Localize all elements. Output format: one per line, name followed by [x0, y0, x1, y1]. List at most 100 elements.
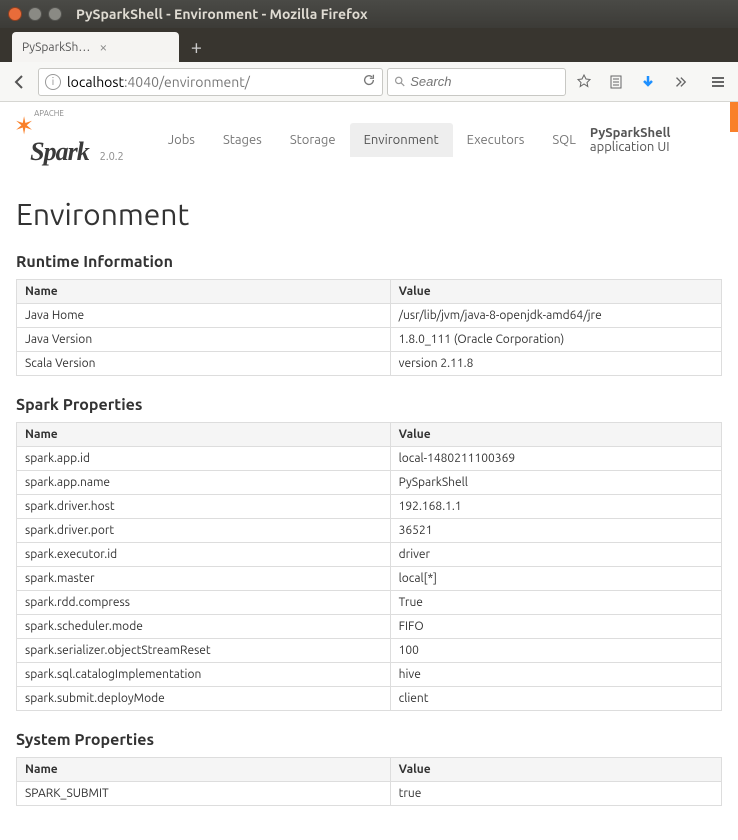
table-row: spark.sql.catalogImplementationhive	[17, 663, 722, 687]
runtime-rows: Java Home/usr/lib/jvm/java-8-openjdk-amd…	[17, 304, 722, 376]
spark-header: ✶ APACHE Spark 2.0.2 Jobs Stages Storage…	[0, 108, 738, 169]
reload-icon	[362, 73, 376, 87]
back-button[interactable]	[6, 68, 34, 96]
table-row: SPARK_SUBMITtrue	[17, 782, 722, 806]
reload-button[interactable]	[362, 73, 376, 90]
nav-jobs[interactable]: Jobs	[154, 123, 209, 157]
site-info-icon[interactable]: i	[45, 74, 61, 90]
cell-name: spark.serializer.objectStreamReset	[17, 639, 391, 663]
app-label: PySparkShell application UI	[590, 126, 724, 154]
browser-toolbar: i localhost:4040/environment/	[0, 62, 738, 102]
spark-edition: APACHE	[34, 109, 64, 118]
cell-name: Java Version	[17, 328, 391, 352]
col-value[interactable]: Value	[390, 423, 721, 447]
cell-value: hive	[390, 663, 721, 687]
table-row: Java Version1.8.0_111 (Oracle Corporatio…	[17, 328, 722, 352]
table-row: Java Home/usr/lib/jvm/java-8-openjdk-amd…	[17, 304, 722, 328]
cell-name: spark.driver.port	[17, 519, 391, 543]
col-name[interactable]: Name	[17, 280, 391, 304]
runtime-table: Name Value Java Home/usr/lib/jvm/java-8-…	[16, 279, 722, 376]
page-body: ✶ APACHE Spark 2.0.2 Jobs Stages Storage…	[0, 102, 738, 840]
cell-value: version 2.11.8	[390, 352, 721, 376]
app-name-rest: application UI	[590, 140, 670, 154]
search-icon	[394, 75, 407, 89]
url-bar[interactable]: i localhost:4040/environment/	[38, 68, 383, 96]
nav-storage[interactable]: Storage	[276, 123, 350, 157]
bookmark-button[interactable]	[570, 68, 598, 96]
col-name[interactable]: Name	[17, 758, 391, 782]
spark-nav: Jobs Stages Storage Environment Executor…	[154, 121, 724, 159]
cell-value: 100	[390, 639, 721, 663]
table-row: spark.driver.port36521	[17, 519, 722, 543]
spark-version: 2.0.2	[100, 151, 124, 163]
window-minimize-button[interactable]	[28, 7, 42, 21]
tab-close-icon[interactable]: ×	[99, 39, 168, 55]
cell-value: 1.8.0_111 (Oracle Corporation)	[390, 328, 721, 352]
menu-button[interactable]	[704, 68, 732, 96]
url-path: :4040/environment/	[124, 74, 250, 90]
nav-sql[interactable]: SQL	[538, 123, 590, 157]
cell-name: spark.executor.id	[17, 543, 391, 567]
cell-value: local-1480211100369	[390, 447, 721, 471]
table-row: spark.submit.deployModeclient	[17, 687, 722, 711]
accent-stripe	[730, 102, 738, 132]
overflow-button[interactable]	[666, 68, 694, 96]
cell-name: spark.submit.deployMode	[17, 687, 391, 711]
table-row: spark.serializer.objectStreamReset100	[17, 639, 722, 663]
new-tab-button[interactable]: +	[191, 35, 202, 58]
browser-tab[interactable]: PySparkShell - Environ… ×	[12, 32, 179, 62]
cell-name: spark.app.id	[17, 447, 391, 471]
table-row: spark.driver.host192.168.1.1	[17, 495, 722, 519]
cell-name: spark.scheduler.mode	[17, 615, 391, 639]
cell-value: client	[390, 687, 721, 711]
spark-logo[interactable]: ✶ APACHE Spark 2.0.2	[14, 112, 124, 167]
window-maximize-button[interactable]	[48, 7, 62, 21]
cell-name: spark.sql.catalogImplementation	[17, 663, 391, 687]
hamburger-icon	[710, 74, 726, 90]
table-row: spark.rdd.compressTrue	[17, 591, 722, 615]
nav-stages[interactable]: Stages	[209, 123, 276, 157]
window-close-button[interactable]	[8, 7, 22, 21]
library-button[interactable]	[602, 68, 630, 96]
cell-name: spark.driver.host	[17, 495, 391, 519]
nav-environment[interactable]: Environment	[350, 123, 453, 157]
table-row: Scala Versionversion 2.11.8	[17, 352, 722, 376]
cell-value: driver	[390, 543, 721, 567]
sysprops-heading: System Properties	[16, 731, 722, 749]
nav-executors[interactable]: Executors	[453, 123, 539, 157]
search-input[interactable]	[410, 74, 559, 89]
downloads-button[interactable]	[634, 68, 662, 96]
cell-value: FIFO	[390, 615, 721, 639]
sparkprops-table: Name Value spark.app.idlocal-14802111003…	[16, 422, 722, 711]
cell-value: 192.168.1.1	[390, 495, 721, 519]
table-row: spark.scheduler.modeFIFO	[17, 615, 722, 639]
chevron-right-double-icon	[673, 75, 687, 89]
table-row: spark.masterlocal[*]	[17, 567, 722, 591]
table-row: spark.executor.iddriver	[17, 543, 722, 567]
download-icon	[640, 74, 656, 90]
cell-name: spark.app.name	[17, 471, 391, 495]
sysprops-table: Name Value SPARK_SUBMITtrue	[16, 757, 722, 806]
col-value[interactable]: Value	[390, 280, 721, 304]
col-value[interactable]: Value	[390, 758, 721, 782]
browser-tabstrip: PySparkShell - Environ… × +	[0, 28, 738, 62]
table-row: spark.app.idlocal-1480211100369	[17, 447, 722, 471]
cell-name: SPARK_SUBMIT	[17, 782, 391, 806]
cell-value: PySparkShell	[390, 471, 721, 495]
sparkprops-heading: Spark Properties	[16, 396, 722, 414]
page-title: Environment	[16, 197, 722, 231]
cell-value: /usr/lib/jvm/java-8-openjdk-amd64/jre	[390, 304, 721, 328]
url-host: localhost	[67, 74, 124, 90]
star-icon	[576, 74, 592, 90]
search-bar[interactable]	[387, 68, 566, 96]
cell-name: spark.rdd.compress	[17, 591, 391, 615]
clipboard-icon	[609, 74, 623, 90]
col-name[interactable]: Name	[17, 423, 391, 447]
table-row: spark.app.namePySparkShell	[17, 471, 722, 495]
back-icon	[12, 74, 28, 90]
cell-value: True	[390, 591, 721, 615]
app-name-bold: PySparkShell	[590, 126, 671, 140]
cell-value: true	[390, 782, 721, 806]
sparkprops-rows: spark.app.idlocal-1480211100369spark.app…	[17, 447, 722, 711]
cell-name: spark.master	[17, 567, 391, 591]
